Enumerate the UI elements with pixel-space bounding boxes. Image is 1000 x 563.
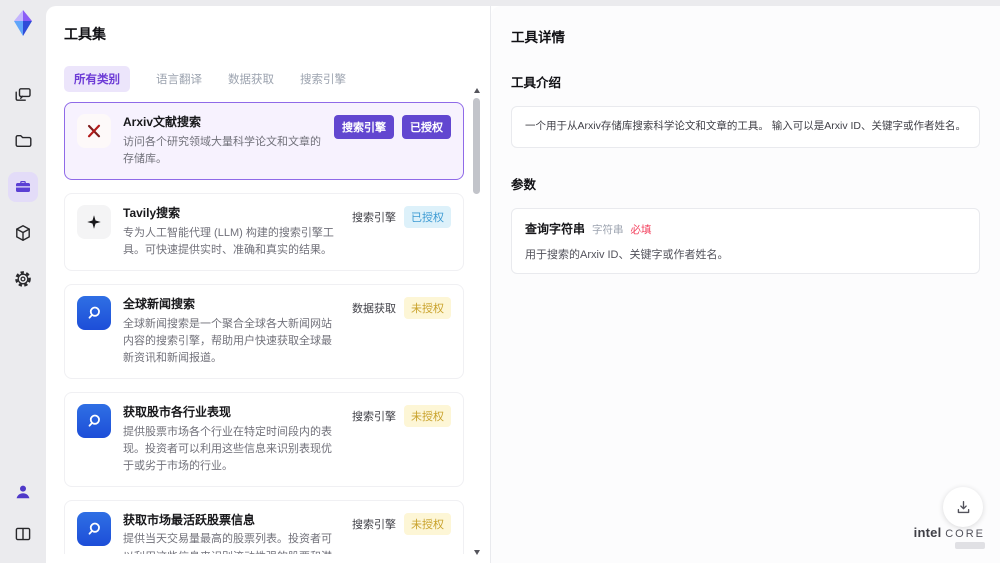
cube-icon — [16, 225, 30, 241]
magnifier-app-icon — [77, 403, 111, 438]
gear-icon — [15, 271, 31, 287]
main-content: 工具集 所有类别 语言翻译 数据获取 搜索引擎 Arxiv文献搜索 访问各个研究… — [46, 6, 1000, 563]
tool-desc: 访问各个研究领域大量科学论文和文章的存储库。 — [123, 135, 321, 165]
download-button[interactable] — [943, 487, 983, 527]
status-badge: 已授权 — [404, 205, 451, 228]
param-required-badge: 必填 — [630, 223, 652, 236]
tab-language-translation[interactable]: 语言翻译 — [156, 66, 202, 92]
tool-desc: 提供股票市场各个行业在特定时间段内的表现。投资者可以利用这些信息来识别表现优于或… — [123, 425, 332, 472]
intel-core-logo: intel core — [914, 525, 985, 549]
scroll-down-icon[interactable] — [474, 550, 480, 555]
details-title: 工具详情 — [511, 30, 565, 45]
brand-core-text: core — [945, 528, 985, 540]
tool-card-most-active-stocks[interactable]: 获取市场最活跃股票信息 提供当天交易量最高的股票列表。投资者可以利用这些信息来识… — [64, 499, 464, 554]
category-badge: 数据获取 — [352, 302, 396, 315]
category-badge: 搜索引擎 — [352, 211, 396, 224]
scrollbar-thumb[interactable] — [473, 98, 480, 194]
arxiv-icon — [77, 114, 111, 148]
tool-details-panel: 工具详情 工具介绍 一个用于从Arxiv存储库搜索科学论文和文章的工具。 输入可… — [491, 6, 1000, 563]
nav-user-button[interactable] — [8, 477, 38, 507]
magnifier-app-icon — [77, 511, 111, 546]
intro-heading: 工具介绍 — [511, 76, 562, 90]
category-badge: 搜索引擎 — [352, 410, 396, 423]
param-type: 字符串 — [592, 223, 624, 236]
sparkle-icon — [77, 204, 111, 239]
brand-intel-text: intel — [913, 525, 942, 540]
status-badge: 未授权 — [404, 512, 451, 535]
tool-card-global-news[interactable]: 全球新闻搜索 全球新闻搜索是一个聚合全球各大新闻网站内容的搜索引擎，帮助用户快速… — [64, 283, 464, 379]
nav-files-button[interactable] — [8, 126, 38, 156]
scroll-up-icon[interactable] — [474, 88, 480, 93]
magnifier-app-icon — [77, 295, 111, 330]
tool-name: 获取市场最活跃股票信息 — [123, 512, 256, 527]
tab-data-fetch[interactable]: 数据获取 — [228, 66, 274, 92]
param-box: 查询字符串 字符串 必填 用于搜索的Arxiv ID、关键字或作者姓名。 — [511, 207, 980, 274]
tools-panel: 工具集 所有类别 语言翻译 数据获取 搜索引擎 Arxiv文献搜索 访问各个研究… — [46, 6, 491, 563]
tool-list: Arxiv文献搜索 访问各个研究领域大量科学论文和文章的存储库。 搜索引擎 已授… — [64, 102, 466, 554]
tool-card-tavily[interactable]: Tavily搜索 专为人工智能代理 (LLM) 构建的搜索引擎工具。可快速提供实… — [64, 192, 464, 271]
category-badge: 搜索引擎 — [352, 518, 396, 531]
page-title: 工具集 — [64, 26, 106, 42]
tool-desc: 全球新闻搜索是一个聚合全球各大新闻网站内容的搜索引擎，帮助用户快速获取全球最新资… — [123, 317, 332, 364]
status-badge: 未授权 — [404, 404, 451, 427]
intro-box: 一个用于从Arxiv存储库搜索科学论文和文章的工具。 输入可以是Arxiv ID… — [511, 106, 980, 148]
nav-chat-button[interactable] — [8, 80, 38, 110]
user-icon — [16, 485, 30, 499]
param-desc: 用于搜索的Arxiv ID、关键字或作者姓名。 — [525, 248, 729, 261]
tool-card-arxiv[interactable]: Arxiv文献搜索 访问各个研究领域大量科学论文和文章的存储库。 搜索引擎 已授… — [64, 102, 464, 180]
status-badge: 未授权 — [404, 296, 451, 319]
tool-card-sector-performance[interactable]: 获取股市各行业表现 提供股票市场各个行业在特定时间段内的表现。投资者可以利用这些… — [64, 391, 464, 487]
app-logo-icon — [14, 10, 32, 36]
tool-name: 全球新闻搜索 — [123, 296, 196, 311]
left-rail — [0, 0, 46, 563]
tool-name: 获取股市各行业表现 — [123, 404, 232, 419]
nav-settings-button[interactable] — [8, 264, 38, 294]
tool-desc: 专为人工智能代理 (LLM) 构建的搜索引擎工具。可快速提供实时、准确和真实的结… — [123, 226, 334, 256]
params-heading: 参数 — [511, 177, 537, 192]
tool-desc: 提供当天交易量最高的股票列表。投资者可以利用这些信息来识别流动性强的股票和潜在的… — [123, 533, 332, 554]
chat-icon — [15, 88, 31, 101]
split-panel-icon — [15, 527, 31, 541]
category-badge: 搜索引擎 — [334, 115, 394, 139]
category-tabs: 所有类别 语言翻译 数据获取 搜索引擎 — [64, 66, 466, 92]
download-icon — [957, 500, 969, 513]
status-badge: 已授权 — [402, 115, 451, 139]
tool-name: Arxiv文献搜索 — [123, 115, 202, 129]
tool-name: Tavily搜索 — [123, 205, 181, 220]
nav-panel-toggle-button[interactable] — [8, 519, 38, 549]
intro-text: 一个用于从Arxiv存储库搜索科学论文和文章的工具。 输入可以是Arxiv ID… — [525, 120, 966, 132]
folder-icon — [15, 135, 32, 147]
nav-tools-button[interactable] — [8, 172, 38, 202]
tab-all-categories[interactable]: 所有类别 — [64, 66, 130, 92]
nav-models-button[interactable] — [8, 218, 38, 248]
briefcase-icon — [16, 181, 30, 192]
scrollbar[interactable] — [472, 86, 481, 557]
tab-search-engine[interactable]: 搜索引擎 — [300, 66, 346, 92]
brand-sub-badge — [955, 542, 985, 549]
param-name: 查询字符串 — [525, 221, 586, 236]
